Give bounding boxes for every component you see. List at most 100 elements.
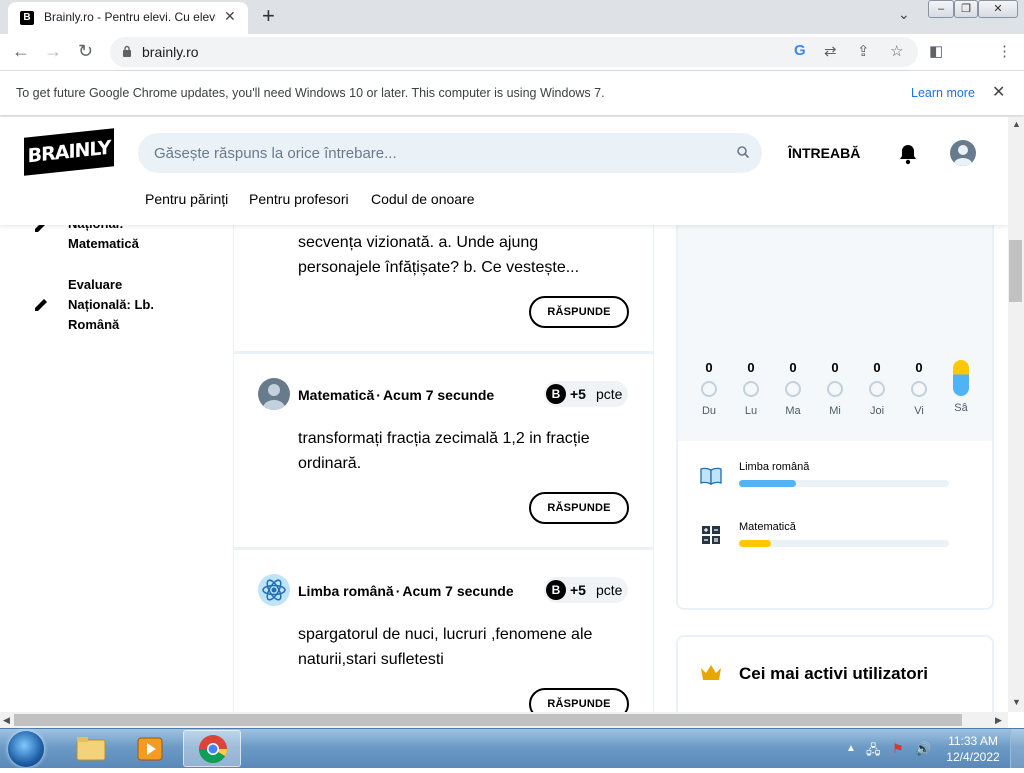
taskbar-explorer[interactable] (62, 730, 120, 767)
nav-link-teachers[interactable]: Pentru profesori (249, 191, 349, 207)
tab-title: Brainly.ro - Pentru elevi. Cu elevi. (44, 10, 216, 24)
question-time: Acum 7 secunde (402, 583, 514, 599)
infobar-close-icon[interactable]: ✕ (992, 82, 1005, 102)
subject-progress-label: Limba română (739, 461, 810, 473)
question-meta: Limba română · Acum 7 secunde (298, 583, 514, 599)
points-value: +5 (570, 582, 586, 598)
folder-icon (76, 737, 106, 761)
reload-icon[interactable]: ↻ (78, 41, 93, 62)
question-line: transformați fracția zecimală 1,2 in fra… (298, 430, 590, 447)
search-icon[interactable] (736, 145, 750, 159)
forward-icon[interactable]: → (44, 41, 62, 62)
page-viewport: BRAINLY Găsește răspuns la orice întreba… (0, 117, 1008, 712)
close-tab-icon[interactable]: ✕ (224, 8, 236, 25)
back-icon[interactable]: ← (12, 41, 30, 62)
subject-progress-label: Matematică (739, 521, 796, 533)
browser-toolbar: ← → ↻ brainly.ro G ⇄ ⇪ ☆ ◧ ⋮ (0, 34, 1024, 96)
scroll-right-arrow-icon[interactable]: ▶ (995, 715, 1002, 726)
answer-button[interactable]: RĂSPUNDE (529, 492, 629, 524)
question-line: naturii,stari sufletesti (298, 651, 444, 668)
taskbar-clock[interactable]: 11:33 AM 12/4/2022 (946, 733, 1000, 765)
google-icon[interactable]: G (794, 42, 806, 59)
lock-icon (123, 45, 131, 57)
start-button[interactable] (8, 731, 44, 767)
scroll-down-arrow-icon[interactable]: ▼ (1012, 697, 1021, 707)
answer-button[interactable]: RĂSPUNDE (529, 688, 629, 712)
search-input[interactable]: Găsește răspuns la orice întrebare... (138, 133, 762, 173)
side-panel-icon[interactable]: ◧ (929, 42, 943, 60)
streak-day: 0 Ma (785, 360, 801, 417)
question-time: Acum 7 secunde (382, 387, 495, 403)
translate-icon[interactable]: ⇄ (824, 42, 837, 60)
vertical-scroll-thumb[interactable] (1009, 240, 1022, 302)
scroll-left-arrow-icon[interactable]: ◀ (3, 715, 10, 726)
question-text[interactable]: transformați fracția zecimală 1,2 in fra… (298, 426, 638, 476)
browser-tab[interactable]: B Brainly.ro - Pentru elevi. Cu elevi. ✕ (8, 2, 248, 34)
new-tab-icon[interactable]: + (262, 3, 275, 29)
network-icon[interactable]: 🖧 (866, 741, 881, 763)
atom-avatar-icon (262, 579, 286, 601)
user-avatar[interactable] (258, 378, 290, 410)
user-avatar[interactable] (258, 574, 290, 606)
scroll-up-arrow-icon[interactable]: ▲ (1012, 119, 1021, 129)
points-badge: B +5 pcte (544, 577, 628, 603)
media-player-icon (137, 737, 163, 761)
points-unit: pcte (596, 582, 623, 598)
subject-progress-bar (739, 540, 949, 547)
maximize-button[interactable]: ❐ (954, 0, 978, 18)
chrome-icon (199, 735, 227, 763)
clock-time: 11:33 AM (948, 734, 998, 748)
crown-icon (701, 665, 721, 680)
sidebar-item-line: Evaluare (68, 277, 123, 292)
book-icon (700, 467, 722, 486)
meta-separator: · (376, 387, 381, 403)
notification-bell-icon[interactable] (898, 143, 918, 165)
subject-link[interactable]: Limba română (298, 583, 394, 599)
question-line: ordinară. (298, 455, 362, 472)
tab-search-chevron-icon[interactable]: ⌄ (898, 6, 910, 23)
ask-question-button[interactable]: ÎNTREABĂ (788, 145, 860, 161)
search-placeholder: Găsește răspuns la orice întrebare... (154, 145, 397, 162)
window-close-button[interactable]: ✕ (978, 0, 1018, 18)
points-value: +5 (570, 386, 586, 402)
share-icon[interactable]: ⇪ (857, 42, 870, 60)
streak-day: 0 Du (701, 360, 717, 417)
brainly-points-icon: B (546, 384, 566, 404)
tray-expand-icon[interactable]: ▲ (846, 743, 856, 754)
answer-button[interactable]: RĂSPUNDE (529, 296, 629, 328)
question-line: secvența vizionată. a. Unde ajung (298, 234, 539, 251)
progress-fill (739, 480, 796, 487)
streak-pill-icon (953, 360, 969, 396)
brainly-logo[interactable]: BRAINLY (24, 128, 114, 176)
nav-link-parents[interactable]: Pentru părinți (145, 191, 228, 207)
streak-day: 0 Lu (743, 360, 759, 417)
minimize-button[interactable]: – (928, 0, 954, 18)
show-desktop-button[interactable] (1010, 729, 1024, 768)
horizontal-scroll-thumb[interactable] (14, 714, 962, 726)
update-infobar: To get future Google Chrome updates, you… (0, 71, 1024, 116)
calculator-icon (702, 526, 720, 544)
menu-dots-icon[interactable]: ⋮ (997, 42, 1012, 60)
sidebar-item-romanian-exam[interactable]: Evaluare Națională: Lb. Română (68, 275, 154, 335)
question-text[interactable]: spargatorul de nuci, lucruri ,fenomene a… (298, 622, 638, 672)
sidebar-item-line: Română (68, 317, 120, 332)
question-text[interactable]: secvența vizionată. a. Unde ajung person… (298, 230, 638, 280)
bookmark-star-icon[interactable]: ☆ (890, 42, 903, 60)
pencil-icon (35, 299, 47, 311)
points-badge: B +5 pcte (544, 381, 628, 407)
progress-fill (739, 540, 771, 547)
nav-link-honor-code[interactable]: Codul de onoare (371, 191, 475, 207)
subject-progress-bar (739, 480, 949, 487)
vertical-scrollbar[interactable] (1008, 117, 1024, 712)
taskbar-media-player[interactable] (122, 730, 180, 767)
volume-icon[interactable]: 🔊 (915, 741, 931, 757)
action-center-icon[interactable]: ⚑ (892, 741, 904, 757)
subject-link[interactable]: Matematică (298, 387, 374, 403)
taskbar-chrome[interactable] (183, 730, 241, 767)
brainly-favicon-icon: B (20, 11, 34, 25)
points-unit: pcte (596, 386, 623, 402)
streak-day: 0 Joi (869, 360, 885, 417)
question-line: spargatorul de nuci, lucruri ,fenomene a… (298, 626, 593, 643)
user-avatar[interactable] (950, 140, 976, 166)
learn-more-link[interactable]: Learn more (911, 86, 975, 100)
